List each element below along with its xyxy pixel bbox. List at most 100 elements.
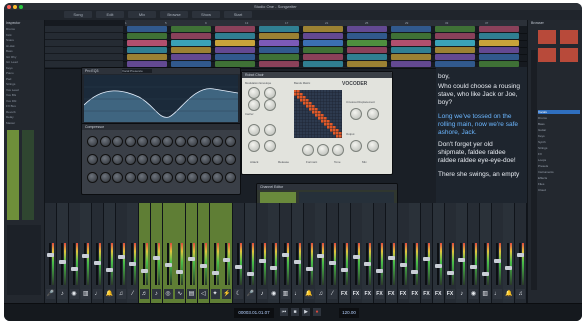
play-icon[interactable]: ▶	[302, 308, 310, 316]
compressor-knob[interactable]	[212, 154, 223, 165]
volume-fader-handle[interactable]	[176, 270, 184, 274]
zoom-window-button[interactable]	[19, 5, 23, 9]
audio-clip[interactable]	[127, 40, 167, 46]
mixer-channel-strip[interactable]: FX	[374, 203, 386, 303]
mixer-channel-strip[interactable]: ◎	[162, 203, 175, 303]
inspector-item[interactable]: Drums	[6, 28, 42, 31]
mixer-channel-strip[interactable]: ✦	[209, 203, 222, 303]
compressor-knob[interactable]	[87, 136, 98, 147]
compressor-knob[interactable]	[87, 172, 98, 183]
fx-channel-icon[interactable]: FX	[386, 289, 396, 299]
note-icon[interactable]: ♫	[116, 289, 126, 299]
record-icon[interactable]: ●	[313, 308, 321, 316]
toolbar-button-start[interactable]: Start	[224, 11, 252, 18]
inspector-item[interactable]: Bass	[6, 50, 42, 53]
inspector-item[interactable]: Reverb	[6, 111, 42, 114]
fx-channel-icon[interactable]: FX	[398, 289, 408, 299]
volume-fader-handle[interactable]	[105, 268, 113, 272]
volume-fader-track[interactable]	[519, 243, 521, 285]
flute-icon[interactable]: ⁄	[328, 289, 337, 299]
audio-clip[interactable]	[127, 54, 167, 60]
moon-icon[interactable]: ☾	[234, 289, 243, 299]
toolbar-button-song[interactable]: Song	[64, 11, 92, 18]
keys-icon[interactable]: ▥	[81, 289, 91, 299]
audio-clip[interactable]	[171, 47, 211, 53]
mixer-channel-strip[interactable]: 🎤	[244, 203, 257, 303]
volume-fader-track[interactable]	[413, 243, 416, 285]
tempo-display[interactable]: 120.00	[339, 308, 359, 318]
audio-clip[interactable]	[215, 33, 255, 39]
cymbal-icon[interactable]: ◎	[163, 289, 173, 299]
eq-preset-selector[interactable]: Vocal Presence	[122, 69, 152, 73]
mixer-channel-strip[interactable]: ▥	[479, 203, 492, 303]
drum-icon[interactable]: ◉	[469, 289, 478, 299]
mixer-channel-strip[interactable]: 🔔	[103, 203, 116, 303]
stop-icon[interactable]: ■	[291, 308, 299, 316]
track-header[interactable]	[45, 33, 123, 39]
vocoder-knob[interactable]	[264, 87, 276, 99]
mixer-channel-strip[interactable]: FX	[385, 203, 398, 303]
mixer-channel-strip[interactable]: ◉	[268, 203, 281, 303]
inspector-item[interactable]: Keys	[6, 67, 42, 70]
volume-fader-handle[interactable]	[164, 263, 172, 267]
volume-fader-track[interactable]	[460, 243, 463, 285]
channel-editor-title-bar[interactable]: Channel Editor	[257, 184, 397, 190]
mic-icon[interactable]: 🎤	[46, 289, 55, 299]
volume-fader-track[interactable]	[49, 243, 51, 285]
inspector-channel-strip-2[interactable]	[22, 130, 34, 220]
inspector-channel-fader-strip[interactable]	[7, 130, 19, 220]
volume-fader-handle[interactable]	[364, 262, 372, 266]
audio-clip[interactable]	[435, 47, 475, 53]
mixer-channel-strip[interactable]: FX	[432, 203, 445, 303]
audio-clip[interactable]	[127, 33, 167, 39]
volume-fader-track[interactable]	[248, 243, 251, 285]
volume-fader-track[interactable]	[237, 243, 239, 285]
inspector-item[interactable]: Piano	[6, 72, 42, 75]
minimize-window-button[interactable]	[13, 5, 17, 9]
vocoder-knob[interactable]	[248, 140, 260, 152]
close-window-button[interactable]	[7, 5, 11, 9]
compressor-knob[interactable]	[112, 154, 123, 165]
compressor-knob[interactable]	[112, 136, 123, 147]
browser-item[interactable]: Drums	[538, 116, 580, 120]
volume-fader-handle[interactable]	[82, 254, 90, 258]
volume-fader-handle[interactable]	[141, 269, 148, 273]
volume-fader-track[interactable]	[495, 243, 498, 285]
inspector-item[interactable]: Kick	[6, 34, 42, 37]
volume-fader-handle[interactable]	[305, 267, 313, 271]
volume-fader-track[interactable]	[107, 243, 110, 285]
mixer-channel-strip[interactable]: ♫	[515, 203, 527, 303]
compressor-knob[interactable]	[212, 172, 223, 183]
volume-fader-track[interactable]	[213, 243, 216, 285]
inspector-item[interactable]: Gtr Rhy	[6, 56, 42, 59]
piano-icon[interactable]: ▤	[187, 289, 196, 299]
mixer-channel-strip[interactable]: FX	[421, 203, 433, 303]
lyric-line[interactable]: boy,	[438, 73, 528, 81]
mixer-channel-strip[interactable]: ◁	[197, 203, 210, 303]
volume-fader-handle[interactable]	[493, 259, 501, 263]
compressor-knob[interactable]	[137, 154, 148, 165]
browser-item[interactable]: Synth	[538, 140, 580, 144]
audio-clip[interactable]	[391, 54, 431, 60]
bell-icon[interactable]: 🔔	[504, 289, 514, 299]
inspector-item[interactable]: Hi-Hat	[6, 45, 42, 48]
bell-icon[interactable]: 🔔	[304, 289, 314, 299]
volume-fader-handle[interactable]	[282, 253, 289, 257]
lyric-line[interactable]: raldee raldee eye-eye-doe!	[438, 157, 528, 165]
bell-icon[interactable]: 🔔	[104, 289, 114, 299]
mixer-channel-strip[interactable]: ♩	[491, 203, 504, 303]
mixer-channel-strip[interactable]: ▥	[280, 203, 292, 303]
vocoder-knob[interactable]	[350, 108, 362, 120]
compressor-knob[interactable]	[87, 154, 98, 165]
compressor-knob[interactable]	[149, 154, 161, 165]
compressor-knob[interactable]	[162, 154, 173, 165]
mixer-channel-strip[interactable]: FX	[350, 203, 363, 303]
inspector-item[interactable]: Gtr Lead	[6, 61, 42, 64]
vocoder-knob[interactable]	[332, 144, 344, 156]
compressor-knob[interactable]	[199, 154, 211, 165]
volume-fader-handle[interactable]	[387, 256, 395, 260]
rewind-icon[interactable]: ⏮	[280, 308, 288, 316]
volume-fader-handle[interactable]	[293, 260, 301, 264]
lyric-line[interactable]: Don't forget yer old	[438, 141, 528, 149]
lyric-line[interactable]: shipmate, faldee raldee	[438, 149, 528, 157]
